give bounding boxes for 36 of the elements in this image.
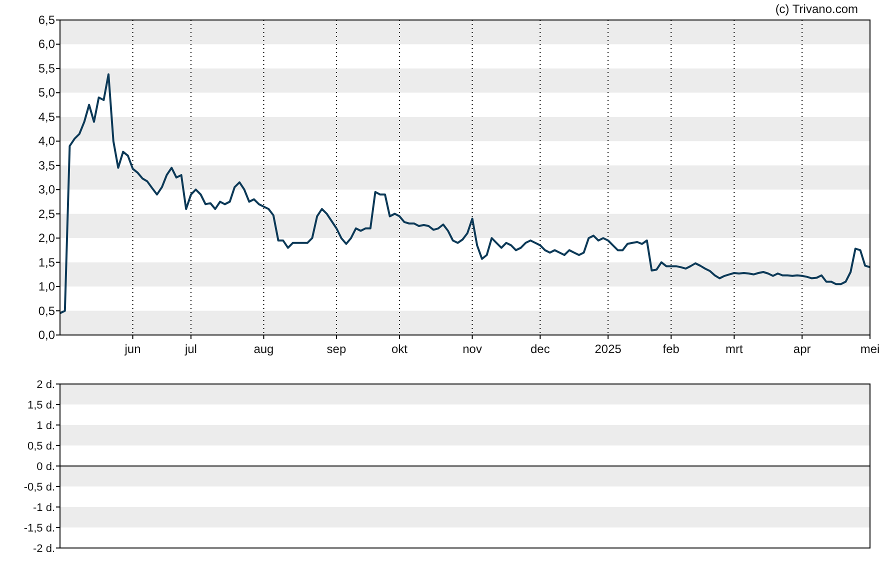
y-axis-label: -2 d. [32,543,55,555]
y-axis-label: 4,0 [38,134,55,148]
y-axis-label: 2,0 [38,231,55,246]
y-axis-label: 5,5 [38,61,55,76]
x-axis-label: feb [662,342,680,356]
y-axis-label: 3,5 [38,158,55,172]
x-axis-label: jun [124,342,141,356]
y-axis-label: 0,0 [38,328,55,342]
x-axis-label: sep [326,342,346,356]
y-axis-label: 0 d. [36,461,55,473]
y-axis-label: 0,5 d. [27,440,55,452]
y-axis-label: 1 d. [36,420,55,432]
y-axis-label: 1,0 [38,280,55,294]
y-axis-label: 1,5 [38,255,55,270]
y-axis-label: 0,5 [38,304,55,318]
y-axis-label: 5,0 [38,86,55,100]
y-axis-label: 2 d. [36,379,55,391]
x-axis-label: 2025 [594,342,622,356]
y-axis-label: 6,0 [38,37,55,52]
y-axis-label: 1,5 d. [27,400,55,412]
x-axis-label: mei [860,342,880,356]
x-axis-label: apr [793,342,811,356]
y-axis-label: 4,5 [38,110,55,124]
y-axis-label: 2,5 [38,206,55,221]
x-axis-label: aug [254,342,274,356]
x-axis-label: dec [530,342,550,356]
x-axis-label: jul [184,342,197,356]
y-axis-label: 3,0 [38,182,55,197]
y-axis-label: -1,5 d. [24,522,55,534]
y-axis-label: 6,5 [38,13,55,27]
x-axis-label: mrt [726,342,743,356]
x-axis-label: okt [392,342,408,356]
y-axis-label: -1 d. [32,502,55,514]
attribution-text: (c) Trivano.com [775,2,858,16]
y-axis-label: -0,5 d. [24,482,55,494]
x-axis-label: nov [462,342,482,356]
